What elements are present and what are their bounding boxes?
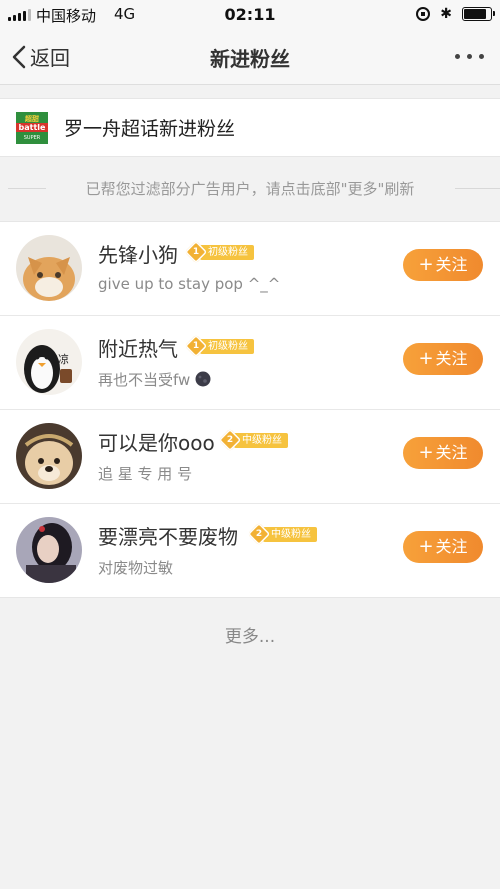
avatar[interactable]	[16, 517, 82, 583]
follow-button[interactable]: + 关注	[403, 249, 483, 281]
fan-row[interactable]: 要漂亮不要废物 2 中级粉丝 对废物过敏 + 关注	[0, 504, 500, 597]
fan-bio: 追 星 专 用 号	[98, 465, 193, 483]
fan-bio: give up to stay pop ^_^	[98, 275, 281, 293]
topic-thumbnail: 超甜 battle SUPER	[16, 112, 48, 144]
avatar[interactable]	[16, 423, 82, 489]
rotation-lock-icon	[416, 7, 431, 21]
fan-name[interactable]: 先锋小狗	[98, 239, 178, 268]
super-topic-row[interactable]: 超甜 battle SUPER 罗一舟超话新进粉丝	[0, 98, 500, 157]
moon-face-emoji-icon	[195, 371, 211, 387]
fan-bio: 再也不当受fw	[98, 369, 211, 390]
more-options-icon[interactable]	[455, 54, 484, 59]
fan-bio: 对废物过敏	[98, 559, 174, 577]
follow-button[interactable]: + 关注	[403, 437, 483, 469]
page-title: 新进粉丝	[210, 47, 290, 71]
fan-row[interactable]: 凉 附近热气 1 初级粉丝 再也不当受fw + 关注	[0, 316, 500, 410]
avatar[interactable]: 凉	[16, 329, 82, 395]
bluetooth-icon: ✱	[440, 6, 452, 22]
fan-row[interactable]: 可以是你ooo 2 中级粉丝 追 星 专 用 号 + 关注	[0, 410, 500, 504]
status-bar: 中国移动 4G 02:11 ✱	[0, 0, 500, 30]
fan-level-badge: 1 初级粉丝	[184, 240, 254, 264]
follow-button[interactable]: + 关注	[403, 343, 483, 375]
notice-text: 已帮您过滤部分广告用户，请点击底部"更多"刷新	[85, 180, 415, 198]
topic-label: 罗一舟超话新进粉丝	[64, 118, 236, 140]
divider	[455, 188, 500, 189]
fan-level-badge: 1 初级粉丝	[184, 334, 254, 358]
follow-button[interactable]: + 关注	[403, 531, 483, 563]
avatar[interactable]	[16, 235, 82, 301]
fan-level-badge: 2 中级粉丝	[247, 522, 317, 546]
svg-text:凉: 凉	[58, 352, 69, 366]
load-more-link[interactable]: 更多...	[0, 622, 500, 647]
navigation-bar: 返回 新进粉丝	[0, 30, 500, 85]
battery-icon	[462, 7, 495, 21]
filter-notice: 已帮您过滤部分广告用户，请点击底部"更多"刷新	[0, 176, 500, 200]
fan-level-badge: 2 中级粉丝	[218, 428, 288, 452]
fan-name[interactable]: 附近热气	[98, 333, 178, 362]
fan-list: 先锋小狗 1 初级粉丝 give up to stay pop ^_^ + 关注 …	[0, 221, 500, 598]
fan-row[interactable]: 先锋小狗 1 初级粉丝 give up to stay pop ^_^ + 关注	[0, 222, 500, 316]
fan-name[interactable]: 要漂亮不要废物	[98, 521, 238, 550]
fan-name[interactable]: 可以是你ooo	[98, 427, 215, 456]
